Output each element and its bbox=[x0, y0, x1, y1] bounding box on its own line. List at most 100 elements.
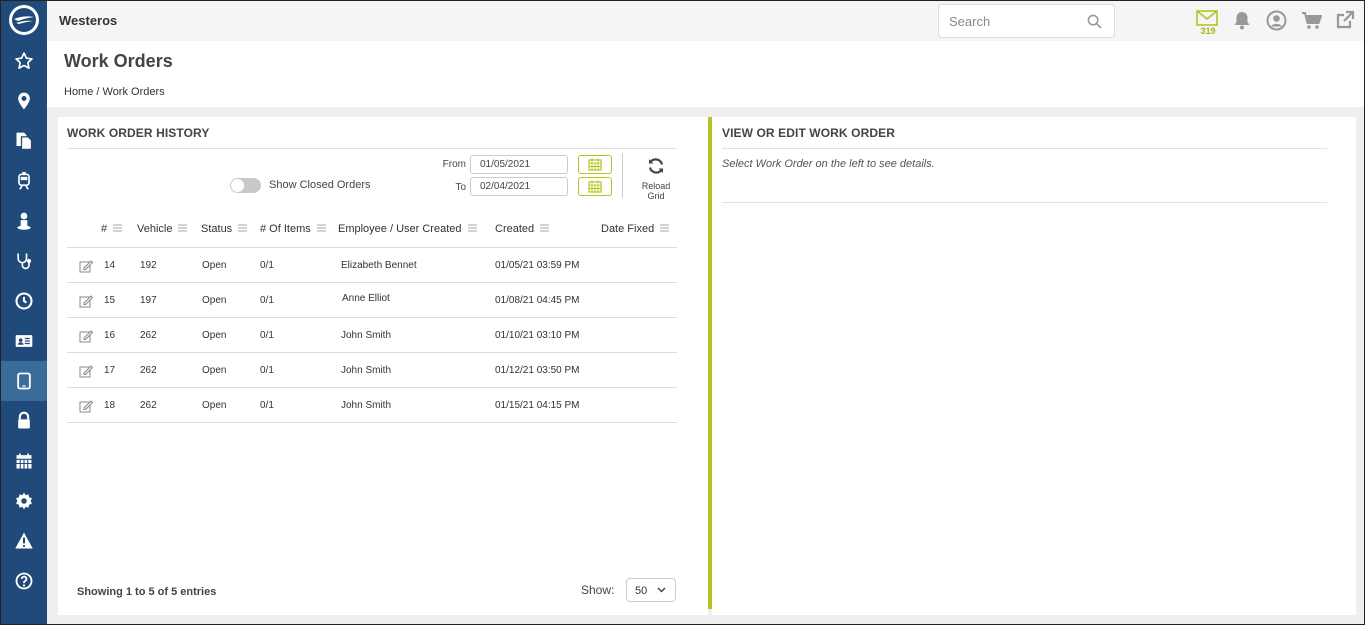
notifications-button[interactable] bbox=[1231, 9, 1253, 31]
cell-employee: Anne Elliot bbox=[342, 293, 390, 304]
sidebar-item-favorites[interactable] bbox=[1, 41, 47, 81]
column-header-vehicle[interactable]: Vehicle bbox=[137, 223, 188, 235]
sidebar-item-locations[interactable] bbox=[1, 81, 47, 121]
table-row[interactable]: 16 262 Open 0/1 John Smith 01/10/21 03:1… bbox=[67, 318, 677, 353]
from-label: From bbox=[442, 159, 466, 170]
edit-icon[interactable] bbox=[79, 330, 93, 343]
sidebar-item-security[interactable] bbox=[1, 401, 47, 441]
logo[interactable] bbox=[9, 5, 39, 35]
cell-status: Open bbox=[202, 400, 227, 411]
mail-count-badge: 319 bbox=[1200, 26, 1216, 36]
to-label: To bbox=[455, 182, 466, 193]
sidebar-item-documents[interactable] bbox=[1, 121, 47, 161]
star-icon bbox=[15, 52, 33, 69]
column-header-created[interactable]: Created bbox=[495, 223, 550, 235]
top-bar: Westeros 319 bbox=[47, 1, 1364, 41]
edit-icon[interactable] bbox=[79, 365, 93, 378]
sidebar-item-time[interactable] bbox=[1, 281, 47, 321]
column-header-employee[interactable]: Employee / User Created bbox=[338, 223, 477, 235]
column-header-date-fixed[interactable]: Date Fixed bbox=[601, 223, 670, 235]
to-date-input[interactable] bbox=[470, 177, 568, 196]
reload-label-line1: Reload bbox=[641, 181, 671, 191]
calendar-icon bbox=[588, 158, 602, 171]
sidebar-item-alerts[interactable] bbox=[1, 521, 47, 561]
calendar-icon bbox=[588, 180, 602, 193]
panel-heading-history: WORK ORDER HISTORY bbox=[67, 126, 210, 140]
external-link-button[interactable] bbox=[1334, 9, 1356, 31]
cell-id: 16 bbox=[104, 330, 116, 341]
divider bbox=[722, 148, 1327, 149]
page-size-select[interactable]: 50 bbox=[626, 578, 676, 602]
refresh-icon bbox=[648, 158, 664, 174]
edit-icon[interactable] bbox=[79, 260, 93, 273]
search-input[interactable] bbox=[949, 14, 1079, 29]
show-closed-toggle[interactable] bbox=[230, 178, 261, 193]
edit-icon[interactable] bbox=[79, 400, 93, 413]
chevron-down-icon bbox=[657, 587, 666, 593]
documents-icon bbox=[16, 132, 33, 150]
table-row[interactable]: 14 192 Open 0/1 Elizabeth Bennet 01/05/2… bbox=[67, 248, 677, 283]
showing-entries-text: Showing 1 to 5 of 5 entries bbox=[77, 586, 217, 598]
cell-status: Open bbox=[202, 365, 227, 376]
sidebar-item-settings[interactable] bbox=[1, 481, 47, 521]
cell-created: 01/05/21 03:59 PM bbox=[495, 260, 580, 271]
cart-button[interactable] bbox=[1300, 9, 1322, 31]
cell-items: 0/1 bbox=[260, 365, 274, 376]
from-date-input[interactable] bbox=[470, 155, 568, 174]
calendar-icon bbox=[16, 453, 32, 469]
cell-employee: Elizabeth Bennet bbox=[341, 260, 417, 271]
sidebar-item-id-cards[interactable] bbox=[1, 321, 47, 361]
sidebar-item-transit[interactable] bbox=[1, 161, 47, 201]
column-header-items[interactable]: # Of Items bbox=[260, 223, 326, 235]
from-calendar-button[interactable] bbox=[578, 155, 612, 174]
cell-employee: John Smith bbox=[341, 330, 392, 341]
cell-vehicle: 262 bbox=[140, 365, 157, 376]
cell-employee: John Smith bbox=[341, 365, 392, 376]
sort-icon bbox=[540, 223, 550, 235]
cell-id: 18 bbox=[104, 400, 116, 411]
stethoscope-icon bbox=[17, 253, 32, 270]
sidebar-item-health[interactable] bbox=[1, 241, 47, 281]
sidebar-item-people[interactable] bbox=[1, 201, 47, 241]
column-label: Employee / User Created bbox=[338, 223, 462, 235]
detail-hint-text: Select Work Order on the left to see det… bbox=[722, 158, 935, 170]
sidebar-item-help[interactable] bbox=[1, 561, 47, 601]
account-button[interactable] bbox=[1265, 9, 1287, 31]
column-label: # Of Items bbox=[260, 223, 311, 235]
edit-icon[interactable] bbox=[79, 295, 93, 308]
reload-grid-button[interactable]: Reload Grid bbox=[638, 157, 674, 201]
clock-icon bbox=[15, 292, 33, 310]
id-card-icon bbox=[15, 335, 33, 347]
cell-vehicle: 262 bbox=[140, 400, 157, 411]
sidebar-item-work-orders[interactable] bbox=[1, 361, 47, 401]
table-row[interactable]: 17 262 Open 0/1 John Smith 01/12/21 03:5… bbox=[67, 353, 677, 388]
cell-created: 01/12/21 03:50 PM bbox=[495, 365, 580, 376]
logo-icon bbox=[12, 8, 36, 32]
show-closed-label: Show Closed Orders bbox=[269, 179, 371, 191]
cell-items: 0/1 bbox=[260, 260, 274, 271]
cell-created: 01/10/21 03:10 PM bbox=[495, 330, 580, 341]
search-icon[interactable] bbox=[1087, 14, 1102, 29]
sort-icon bbox=[467, 223, 477, 235]
work-order-detail-panel: VIEW OR EDIT WORK ORDER Select Work Orde… bbox=[712, 117, 1356, 615]
to-calendar-button[interactable] bbox=[578, 177, 612, 196]
work-order-history-panel: WORK ORDER HISTORY Show Closed Orders Fr… bbox=[58, 117, 708, 615]
table-row[interactable]: 18 262 Open 0/1 John Smith 01/15/21 04:1… bbox=[67, 388, 677, 423]
column-header-id[interactable]: # bbox=[101, 223, 123, 235]
train-icon bbox=[18, 171, 30, 190]
sidebar-item-calendar[interactable] bbox=[1, 441, 47, 481]
reload-label-line2: Grid bbox=[647, 191, 665, 201]
sort-icon bbox=[113, 223, 123, 235]
cell-id: 17 bbox=[104, 365, 116, 376]
sort-icon bbox=[316, 223, 326, 235]
cell-items: 0/1 bbox=[260, 400, 274, 411]
page-title: Work Orders bbox=[64, 51, 173, 71]
table-row[interactable]: 15 197 Open 0/1 Anne Elliot 01/08/21 04:… bbox=[67, 283, 677, 318]
column-header-status[interactable]: Status bbox=[201, 223, 248, 235]
sidebar bbox=[1, 1, 47, 624]
external-link-icon bbox=[1336, 10, 1355, 29]
cell-vehicle: 262 bbox=[140, 330, 157, 341]
page-size-label: Show: bbox=[581, 583, 615, 597]
cell-items: 0/1 bbox=[260, 330, 274, 341]
cell-status: Open bbox=[202, 330, 227, 341]
